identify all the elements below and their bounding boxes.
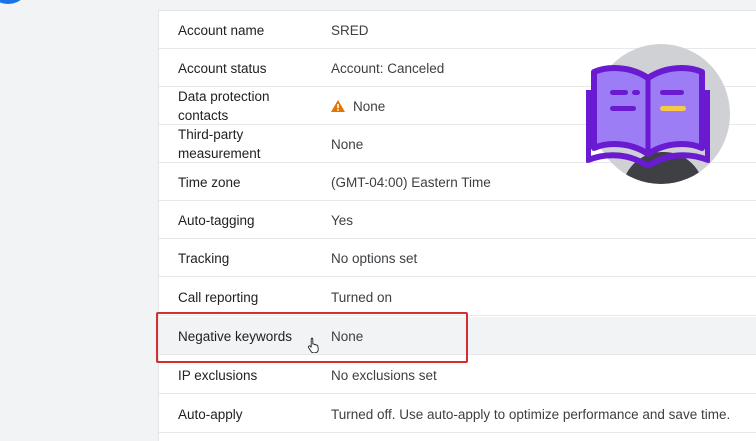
setting-label: Tracking [178,250,230,266]
setting-label: Account name [178,22,265,38]
settings-row-auto-apply[interactable]: Auto-apply Turned off. Use auto-apply to… [159,395,756,433]
setting-label: Third-party measurement [178,127,261,161]
setting-value: SRED [331,22,369,38]
setting-label: Data protection contacts [178,89,270,123]
warning-triangle-icon [331,100,345,112]
setting-label: Auto-tagging [178,212,255,228]
setting-value: Turned on [331,289,393,305]
open-book-icon [586,65,710,168]
setting-value: Turned off. Use auto-apply to optimize p… [331,406,731,422]
setting-label: Time zone [178,174,241,190]
setting-value: Yes [331,212,354,228]
setting-label: Account status [178,60,267,76]
settings-row-auto-tagging[interactable]: Auto-tagging Yes [159,201,756,239]
setting-label: Call reporting [178,289,259,305]
brand-logo-fragment [0,0,30,4]
settings-row-call-reporting[interactable]: Call reporting Turned on [159,278,756,316]
settings-row-tracking[interactable]: Tracking No options set [159,239,756,277]
setting-label: Auto-apply [178,406,243,422]
setting-value: None [353,98,386,114]
hand-pointer-icon [307,337,319,353]
setting-value: No options set [331,250,418,266]
